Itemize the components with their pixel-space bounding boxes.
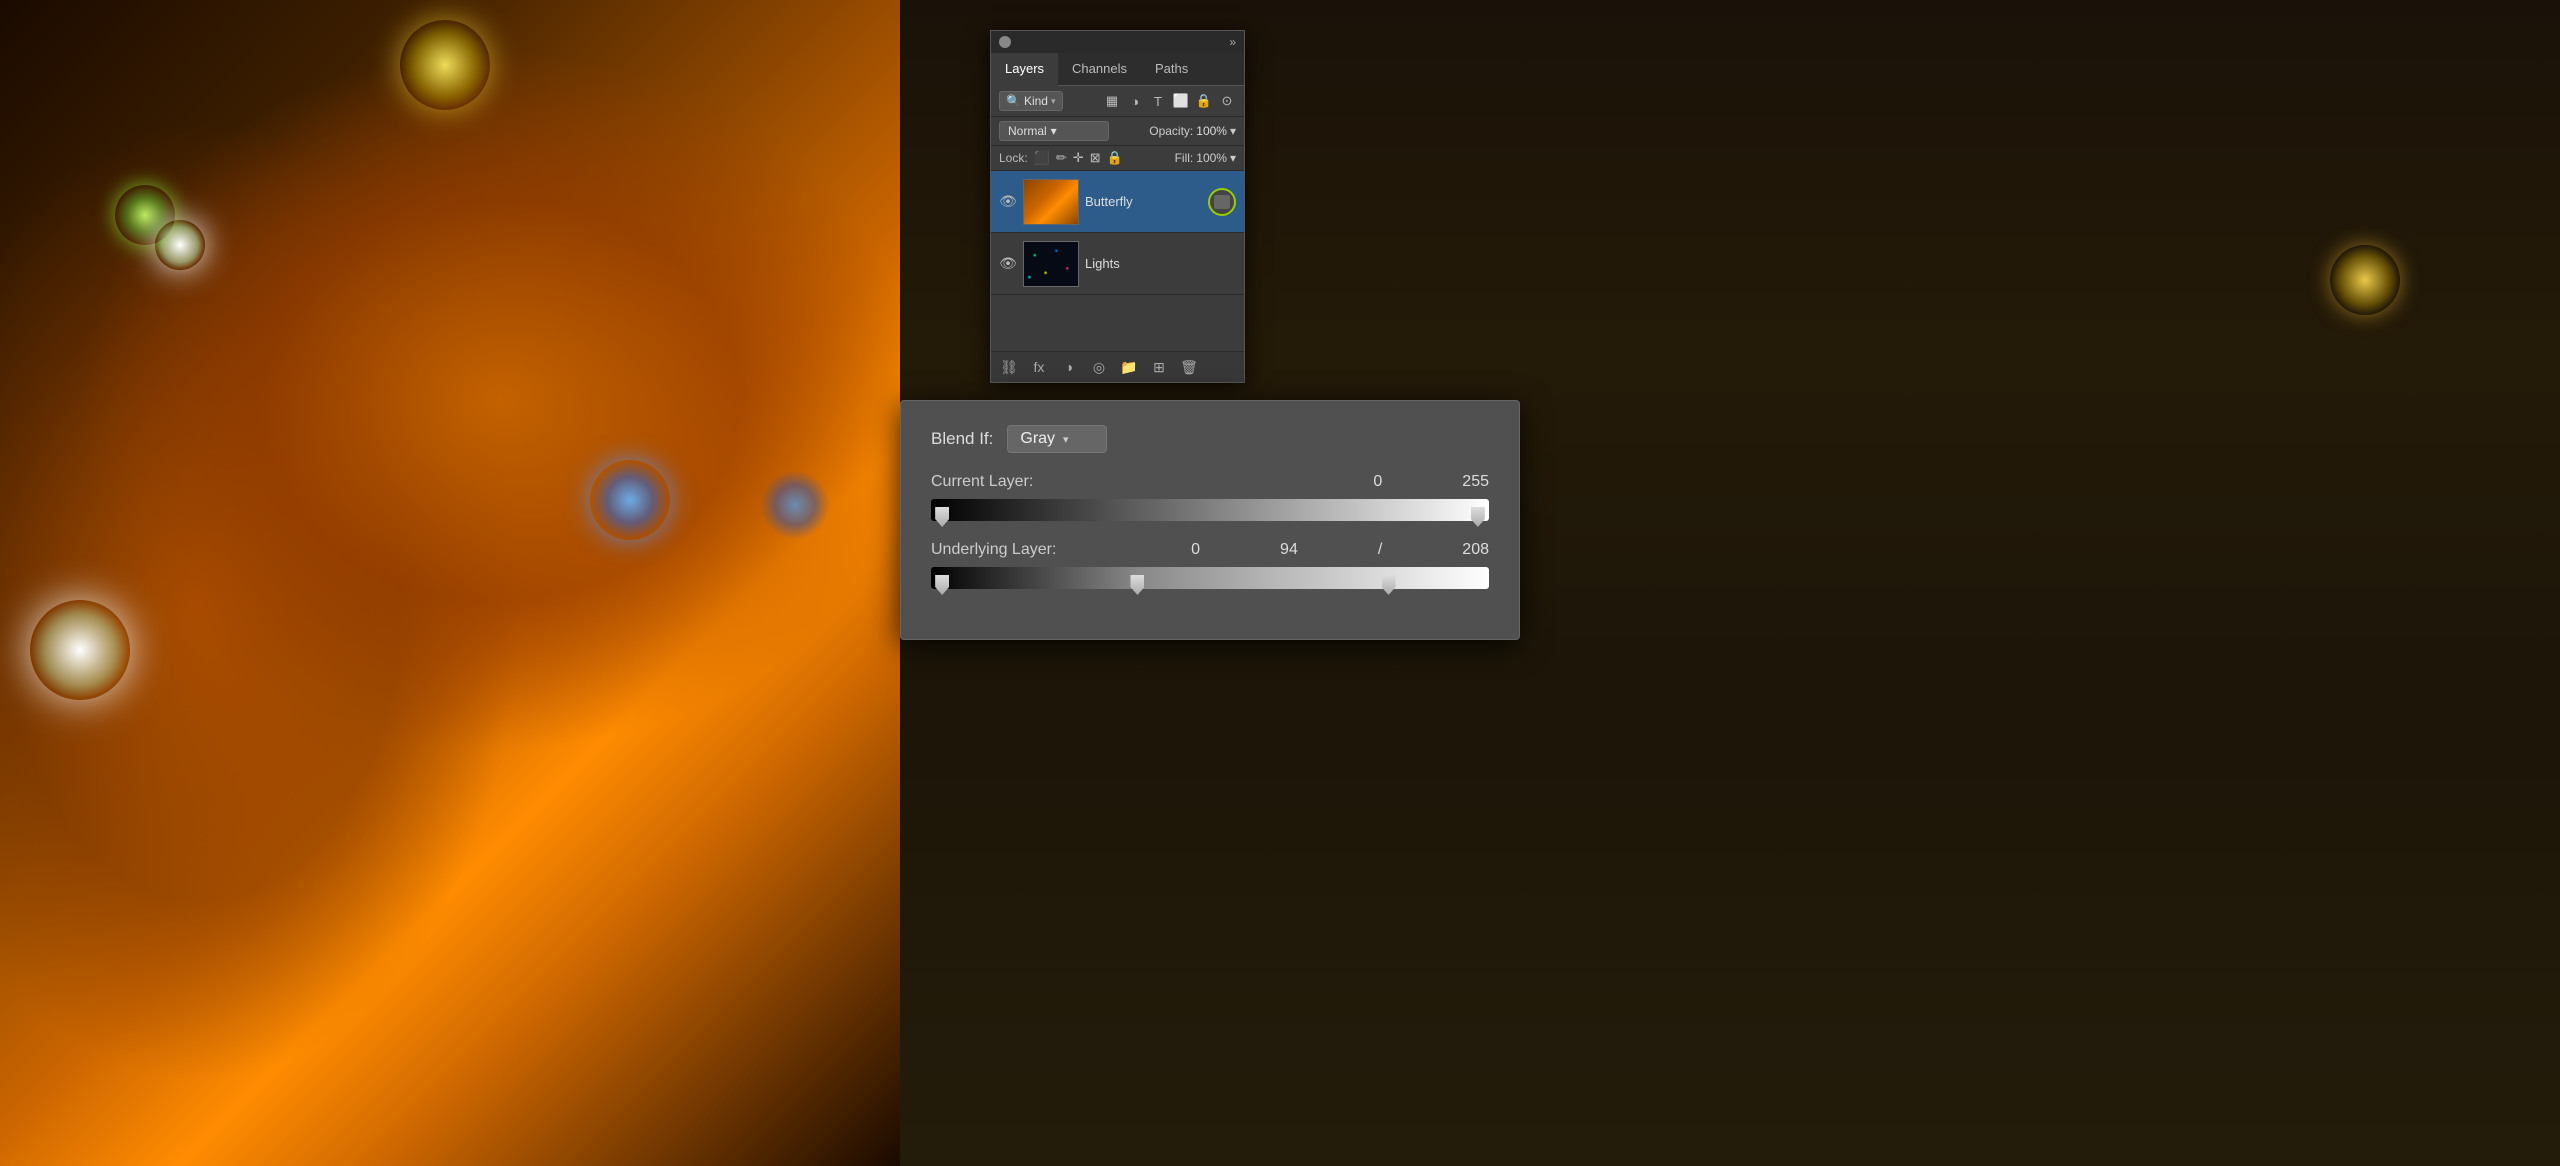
fill-row: Fill: 100% ▾ <box>1175 151 1236 165</box>
underlying-layer-mid-value: 94 <box>1280 541 1298 559</box>
filter-toolbar: 🔍 Kind ▾ ▦ ◑ T ⬜ 🔒 ⊙ <box>991 86 1244 117</box>
kind-dropdown[interactable]: 🔍 Kind ▾ <box>999 91 1063 111</box>
folder-icon[interactable]: 📁 <box>1119 357 1139 377</box>
current-layer-left-value: 0 <box>1373 473 1382 491</box>
layer-thumbnail-butterfly <box>1023 179 1079 225</box>
butterfly-image <box>0 0 900 1166</box>
layer-visibility-lights[interactable]: 👁 <box>999 255 1017 273</box>
underlying-layer-header: Underlying Layer: 0 94 / 208 <box>931 541 1489 559</box>
lock-pixels-icon[interactable]: ⬛ <box>1034 150 1050 166</box>
text-filter-icon[interactable]: T <box>1149 92 1167 110</box>
opacity-arrow: ▾ <box>1230 124 1236 138</box>
opacity-row: Opacity: 100% ▾ <box>1149 124 1236 138</box>
current-layer-slider[interactable] <box>931 499 1489 521</box>
fill-arrow: ▾ <box>1230 151 1236 165</box>
adjustment-icon[interactable]: ◑ <box>1059 357 1079 377</box>
lock-all-icon[interactable]: 🔒 <box>1107 150 1123 166</box>
underlying-layer-values: 0 94 / 208 <box>1191 541 1489 559</box>
blend-if-label: Blend If: <box>931 429 993 449</box>
blend-if-arrow: ▾ <box>1063 433 1069 446</box>
underlying-handle-left[interactable] <box>935 575 949 595</box>
underlying-layer-left-value: 0 <box>1191 541 1200 559</box>
search-icon: 🔍 <box>1006 94 1021 108</box>
smart-filter-icon[interactable]: 🔒 <box>1195 92 1213 110</box>
lock-brush-icon[interactable]: ✏ <box>1056 150 1067 166</box>
layer-thumbnail-lights <box>1023 241 1079 287</box>
canvas-area <box>0 0 900 1166</box>
layers-panel: » Layers Channels Paths 🔍 Kind ▾ ▦ ◑ T ⬜… <box>990 30 1245 383</box>
panel-close-button[interactable] <box>999 36 1011 48</box>
kind-arrow: ▾ <box>1051 96 1056 107</box>
toolbar-icons: ▦ ◑ T ⬜ 🔒 ⊙ <box>1103 92 1236 110</box>
current-layer-section: Current Layer: 0 255 <box>931 473 1489 521</box>
blend-mode-arrow: ▾ <box>1051 124 1057 138</box>
layer-item-lights[interactable]: 👁 Lights <box>991 233 1244 295</box>
layer-badge-inner <box>1214 195 1230 209</box>
opacity-value[interactable]: 100% <box>1196 124 1227 138</box>
lens-flare-yellow-right <box>2330 245 2400 315</box>
blend-mode-dropdown[interactable]: Normal ▾ <box>999 121 1109 141</box>
blend-opacity-row: Normal ▾ Opacity: 100% ▾ <box>991 117 1244 146</box>
current-layer-gradient <box>931 499 1489 521</box>
pixel-filter-icon[interactable]: ▦ <box>1103 92 1121 110</box>
current-layer-handle-left[interactable] <box>935 507 949 527</box>
underlying-layer-section: Underlying Layer: 0 94 / 208 <box>931 541 1489 589</box>
delete-layer-icon[interactable]: 🗑 <box>1179 357 1199 377</box>
current-layer-label: Current Layer: <box>931 473 1033 491</box>
layer-visibility-butterfly[interactable]: 👁 <box>999 193 1017 211</box>
layer-name-lights: Lights <box>1085 256 1236 271</box>
current-layer-values: 0 255 <box>1373 473 1489 491</box>
underlying-handle-mid[interactable] <box>1130 575 1144 595</box>
underlying-layer-gradient <box>931 567 1489 589</box>
panel-titlebar: » <box>991 31 1244 53</box>
blend-mode-value: Normal <box>1008 124 1047 138</box>
underlying-layer-label: Underlying Layer: <box>931 541 1056 559</box>
new-layer-icon[interactable]: ⊞ <box>1149 357 1169 377</box>
layer-item-butterfly[interactable]: 👁 Butterfly <box>991 171 1244 233</box>
tab-paths[interactable]: Paths <box>1141 53 1202 85</box>
panel-collapse-button[interactable]: » <box>1229 35 1236 49</box>
layers-list: 👁 Butterfly 👁 Lights <box>991 171 1244 351</box>
layer-name-butterfly: Butterfly <box>1085 194 1202 209</box>
blend-if-dropdown[interactable]: Gray ▾ <box>1007 425 1107 453</box>
opacity-label: Opacity: <box>1149 124 1193 138</box>
tab-layers[interactable]: Layers <box>991 53 1058 86</box>
blend-if-value: Gray <box>1020 430 1055 448</box>
lock-artboard-icon[interactable]: ⊠ <box>1090 150 1101 166</box>
tab-channels[interactable]: Channels <box>1058 53 1141 85</box>
more-filter-icon[interactable]: ⊙ <box>1218 92 1236 110</box>
adjustment-filter-icon[interactable]: ◑ <box>1126 92 1144 110</box>
group-icon[interactable]: ◎ <box>1089 357 1109 377</box>
current-layer-right-value: 255 <box>1462 473 1489 491</box>
current-layer-handle-right[interactable] <box>1471 507 1485 527</box>
blend-if-row: Blend If: Gray ▾ <box>931 425 1489 453</box>
panel-bottom-bar: ⛓ fx ◑ ◎ 📁 ⊞ 🗑 <box>991 351 1244 382</box>
lock-label: Lock: <box>999 151 1028 165</box>
fill-label: Fill: <box>1175 151 1194 165</box>
fill-value[interactable]: 100% <box>1196 151 1227 165</box>
underlying-layer-right-value: 208 <box>1462 541 1489 559</box>
lock-fill-row: Lock: ⬛ ✏ ✛ ⊠ 🔒 Fill: 100% ▾ <box>991 146 1244 171</box>
kind-label: Kind <box>1024 94 1048 108</box>
blend-if-panel: Blend If: Gray ▾ Current Layer: 0 255 Un… <box>900 400 1520 640</box>
layer-badge-butterfly <box>1208 188 1236 216</box>
lock-move-icon[interactable]: ✛ <box>1073 150 1084 166</box>
current-layer-header: Current Layer: 0 255 <box>931 473 1489 491</box>
fx-icon[interactable]: fx <box>1029 357 1049 377</box>
underlying-layer-slash: / <box>1378 541 1382 559</box>
shape-filter-icon[interactable]: ⬜ <box>1172 92 1190 110</box>
panel-tabs: Layers Channels Paths <box>991 53 1244 86</box>
link-layers-icon[interactable]: ⛓ <box>999 357 1019 377</box>
underlying-layer-slider[interactable] <box>931 567 1489 589</box>
underlying-handle-right[interactable] <box>1382 575 1396 595</box>
